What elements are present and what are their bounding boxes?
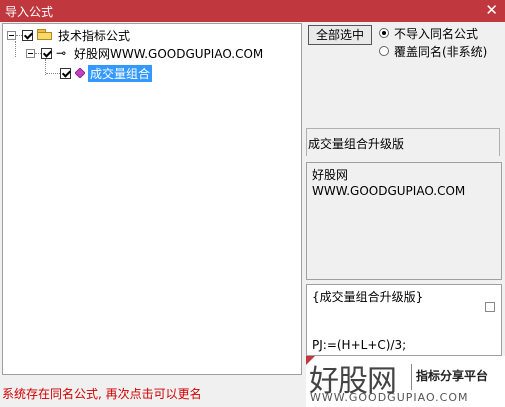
formula-icon (75, 68, 85, 78)
group-checkbox[interactable] (41, 47, 52, 59)
key-icon: ⊸ (56, 46, 67, 60)
title-bar: 导入公式 ✕ (0, 0, 505, 22)
item-checkbox[interactable] (60, 67, 71, 79)
watermark-tagline: 指标分享平台 (416, 369, 489, 383)
formula-code[interactable]: {成交量组合升级版} PJ:=(H+L+C)/3; (306, 284, 502, 356)
root-checkbox[interactable] (22, 29, 33, 41)
watermark-divider (411, 364, 412, 390)
tree-node-label: 技术指标公式 (58, 28, 131, 43)
code-line: {成交量组合升级版} (312, 290, 424, 304)
tree-node-label: 好股网WWW.GOODGUPIAO.COM (74, 46, 264, 61)
status-message: 系统存在同名公式, 再次点击可以更名 (2, 387, 202, 401)
description-line: WWW.GOODGUPIAO.COM (312, 184, 466, 198)
window-title: 导入公式 (5, 5, 54, 19)
tree-node-root[interactable]: 技术指标公式 (7, 27, 130, 43)
radio-label: 覆盖同名(非系统) (394, 44, 488, 59)
code-option-checkbox[interactable] (485, 302, 495, 312)
watermark: 好股网 指标分享平台 WWW.GOODGUPIAO.COM (306, 356, 505, 407)
tree-connector (15, 41, 16, 57)
tree-node-item[interactable]: 成交量组合 (46, 64, 153, 82)
radio-label: 不导入同名公式 (394, 26, 479, 41)
collapse-icon[interactable] (7, 30, 16, 40)
close-icon[interactable]: ✕ (485, 1, 498, 19)
radio-indicator[interactable] (379, 28, 389, 38)
folder-icon (37, 29, 53, 41)
formula-description: 好股网 WWW.GOODGUPIAO.COM (306, 162, 502, 280)
radio-indicator[interactable] (379, 46, 389, 56)
formula-tree[interactable]: 技术指标公式 ⊸ 好股网WWW.GOODGUPIAO.COM 成交量组合 (2, 23, 302, 375)
collapse-icon[interactable] (26, 48, 35, 58)
formula-name-field: 成交量组合升级版 (306, 128, 500, 156)
description-line: 好股网 (312, 168, 349, 182)
tree-node-label: 成交量组合 (88, 64, 153, 82)
radio-skip-duplicates[interactable]: 不导入同名公式 (379, 25, 478, 41)
code-line: PJ:=(H+L+C)/3; (312, 338, 407, 352)
radio-overwrite-duplicates[interactable]: 覆盖同名(非系统) (379, 43, 487, 59)
watermark-url: WWW.GOODGUPIAO.COM (310, 391, 469, 404)
select-all-button[interactable]: 全部选中 (308, 25, 372, 45)
tree-node-group[interactable]: ⊸ 好股网WWW.GOODGUPIAO.COM (26, 45, 263, 61)
